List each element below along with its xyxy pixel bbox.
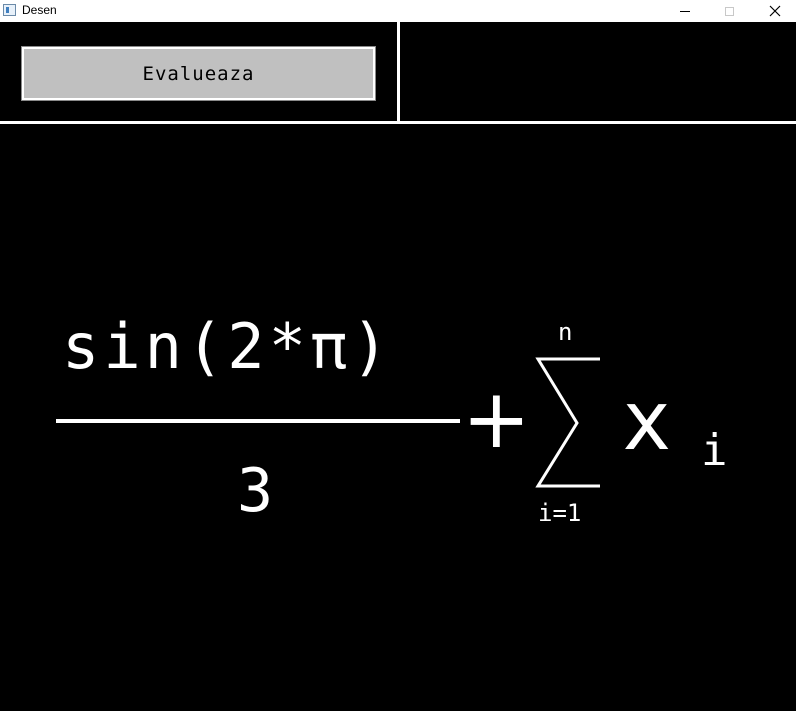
minimize-button[interactable] [662, 0, 707, 22]
plus-operator: + [462, 372, 531, 467]
sigma-icon [535, 357, 600, 488]
summand-variable: x [622, 374, 672, 469]
title-bar: Desen [0, 0, 796, 22]
sum-upper-limit: n [558, 318, 573, 346]
fraction-bar [56, 419, 460, 423]
close-button[interactable] [752, 0, 796, 22]
maximize-icon [725, 6, 734, 16]
window-app-icon [3, 4, 16, 16]
panel-divider-horizontal [0, 121, 796, 124]
evaluate-button[interactable]: Evalueaza [21, 46, 376, 101]
summand-subscript: i [701, 425, 728, 476]
formula-denominator: 3 [237, 456, 274, 526]
window-title: Desen [22, 3, 57, 17]
maximize-button[interactable] [707, 0, 752, 22]
panel-divider-vertical [397, 22, 400, 123]
close-icon [769, 5, 780, 17]
minimize-icon [679, 10, 690, 12]
sum-lower-limit: i=1 [538, 499, 582, 527]
formula-numerator: sin(2*π) [62, 310, 393, 383]
